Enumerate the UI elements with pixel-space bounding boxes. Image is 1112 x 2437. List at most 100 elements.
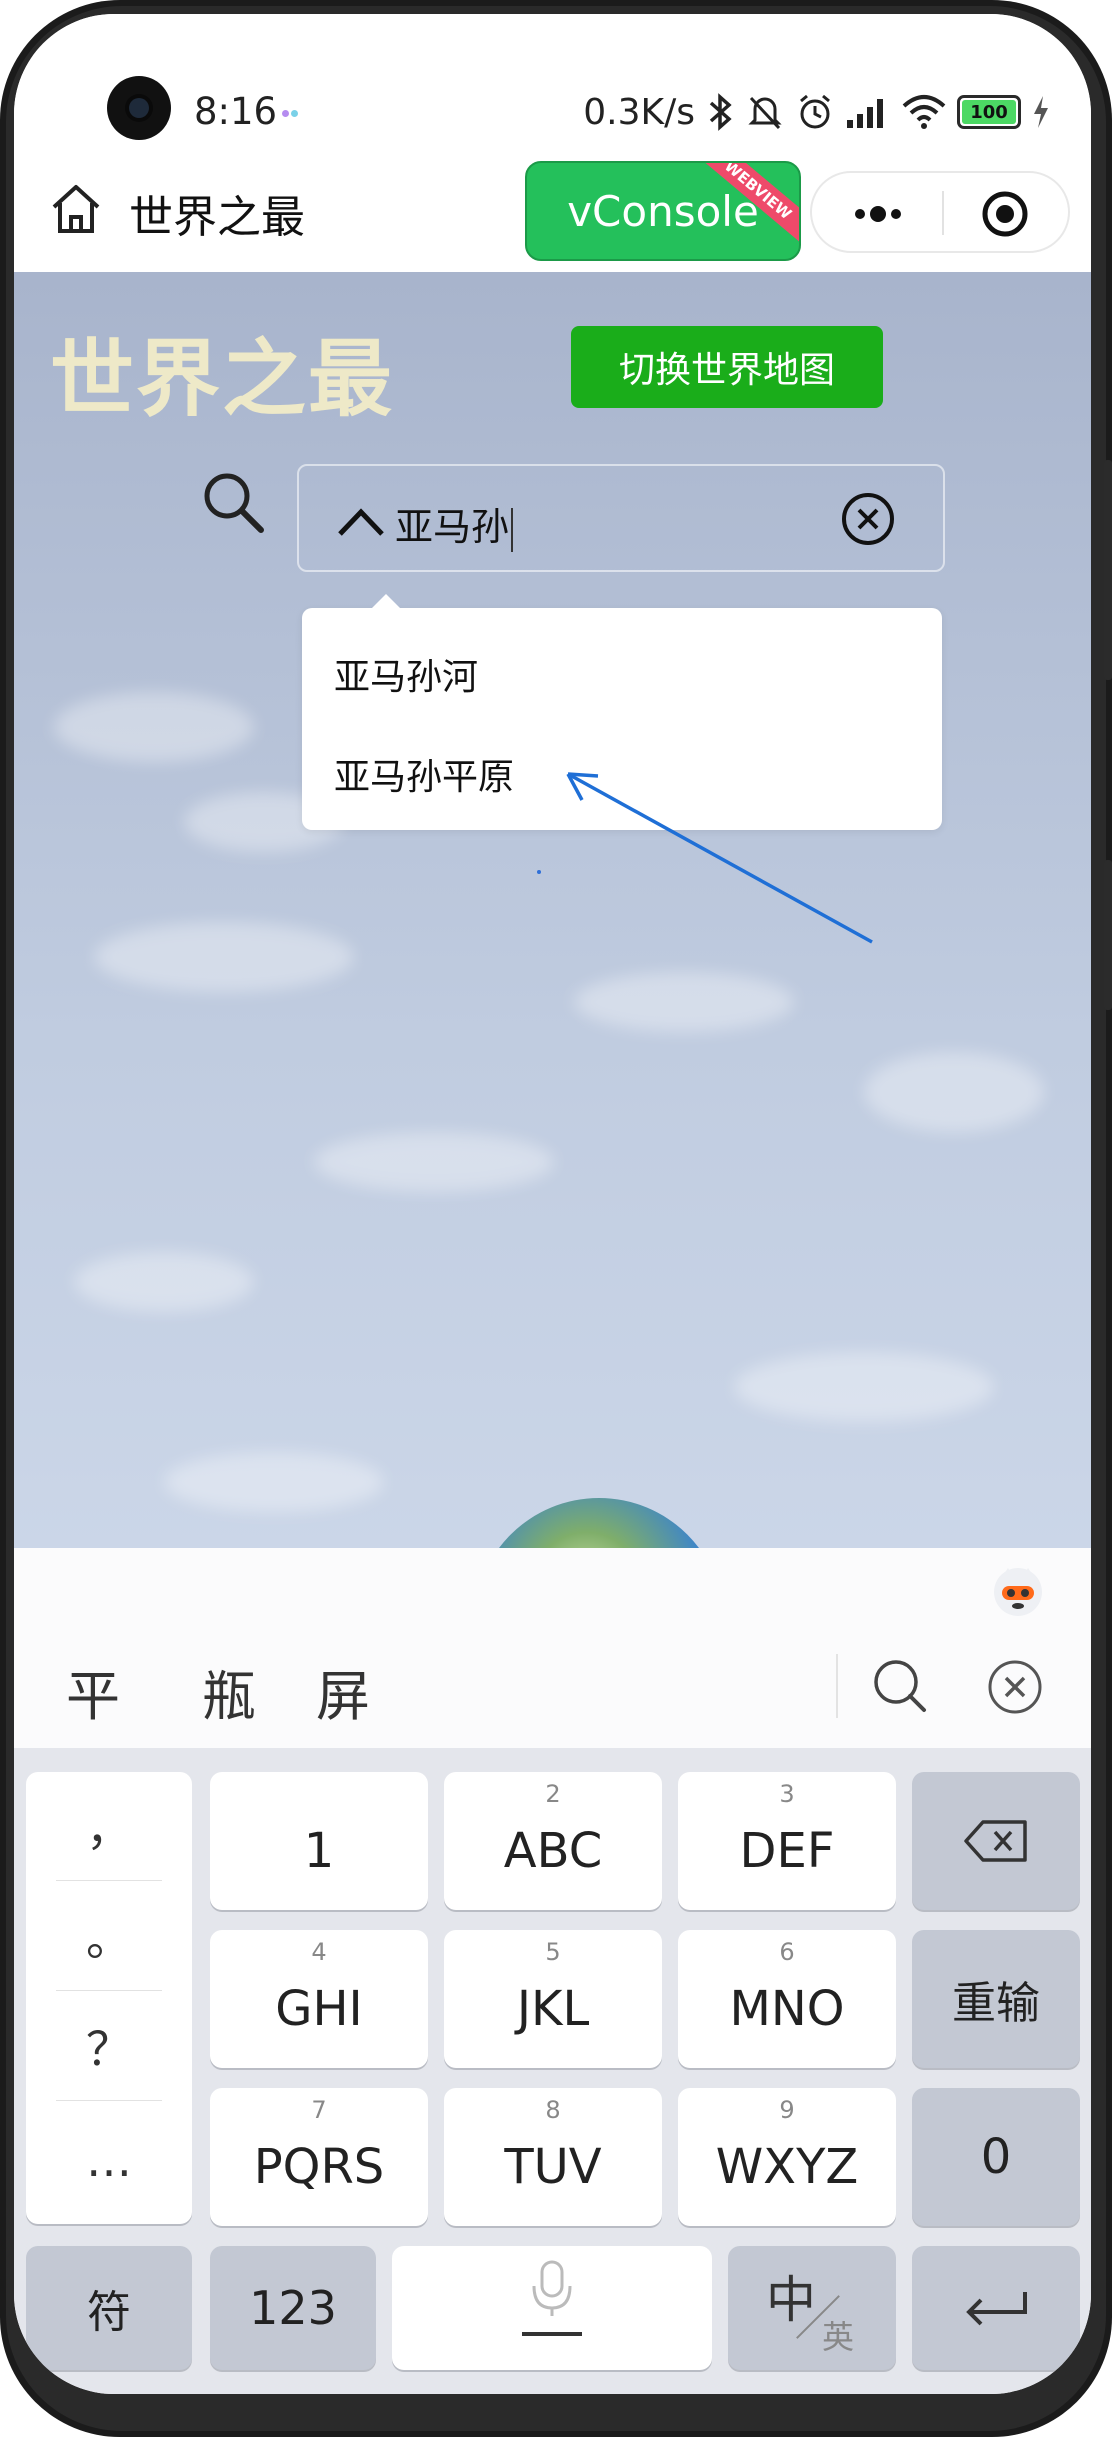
signal-icon: [847, 99, 883, 128]
candidate-divider: [836, 1654, 838, 1718]
dropdown-pointer: [370, 594, 402, 610]
search-value-text: 亚马孙: [395, 505, 510, 549]
status-bar: 8:16 0.3K/s 100: [14, 14, 1091, 149]
key-label: ABC: [503, 1823, 603, 1879]
language-switch-key[interactable]: 中 英: [728, 2246, 896, 2370]
charging-icon: [1034, 96, 1048, 128]
search-input-value: 亚马孙: [395, 496, 514, 552]
key-label: PQRS: [253, 2139, 385, 2195]
suggestion-item[interactable]: 亚马孙河: [334, 648, 478, 700]
suggestion-item[interactable]: 亚马孙平原: [334, 748, 514, 800]
key-2[interactable]: 2 ABC: [444, 1772, 662, 1910]
search-input[interactable]: 亚马孙: [297, 464, 945, 572]
switch-world-map-button[interactable]: 切换世界地图: [571, 326, 883, 408]
capsule-divider: [942, 191, 944, 235]
bluetooth-icon: [709, 93, 732, 131]
home-icon[interactable]: [46, 179, 106, 239]
key-7[interactable]: 7 PQRS: [210, 2088, 428, 2226]
cloud: [574, 972, 794, 1032]
key-label: JKL: [516, 1981, 590, 2037]
status-indicators: 0.3K/s 100: [583, 90, 1051, 134]
punctuation-column[interactable]: ， 。 ？ …: [26, 1772, 192, 2224]
reenter-key[interactable]: 重输: [912, 1930, 1080, 2068]
annotation-arrow: [566, 772, 873, 944]
search-icon: [204, 473, 264, 533]
alarm-icon: [800, 94, 830, 129]
key-0[interactable]: 0: [912, 2088, 1080, 2226]
front-camera: [107, 76, 171, 140]
lang-zh-label: 中: [766, 2271, 816, 2329]
punct-key[interactable]: ，: [26, 1772, 192, 1880]
clear-search-icon[interactable]: [839, 490, 897, 548]
punct-divider: [56, 2100, 162, 2101]
header-title: 世界之最: [129, 192, 305, 243]
punct-key[interactable]: …: [26, 2106, 192, 2214]
status-time: 8:16: [194, 90, 278, 133]
candidate-word[interactable]: 瓶: [202, 1652, 256, 1731]
backspace-key[interactable]: [912, 1772, 1080, 1910]
key-sub: 8: [545, 2096, 561, 2124]
ime-candidate-bar: 平 瓶 屏: [14, 1548, 1091, 1748]
key-sub: 7: [311, 2096, 327, 2124]
key-label: GHI: [275, 1981, 363, 2037]
key-6[interactable]: 6 MNO: [678, 1930, 896, 2068]
notification-dots-icon: [282, 102, 300, 121]
key-label: WXYZ: [715, 2139, 859, 2195]
vconsole-button[interactable]: vConsole WEBVIEW: [525, 161, 801, 261]
key-sub: 6: [779, 1938, 795, 1966]
key-label: TUV: [504, 2139, 602, 2195]
enter-key[interactable]: [912, 2246, 1080, 2370]
key-sub: 9: [779, 2096, 795, 2124]
cloud: [164, 1452, 384, 1512]
network-speed: 0.3K/s: [583, 91, 695, 133]
chevron-up-icon[interactable]: [335, 504, 387, 540]
symbols-key[interactable]: 符: [26, 2246, 192, 2370]
key-sub: 3: [779, 1780, 795, 1808]
key-4[interactable]: 4 GHI: [210, 1930, 428, 2068]
ime-logo-icon[interactable]: [990, 1562, 1046, 1618]
mute-bell-icon: [748, 96, 782, 130]
microphone-icon: [522, 2260, 582, 2336]
candidate-word[interactable]: 屏: [316, 1652, 370, 1731]
key-label: MNO: [729, 1981, 845, 2037]
cloud: [314, 1132, 554, 1192]
cloud: [734, 1352, 994, 1422]
punct-key[interactable]: 。: [26, 1882, 192, 1990]
text-cursor: [511, 507, 514, 552]
space-voice-key[interactable]: [392, 2246, 712, 2370]
more-icon[interactable]: [848, 199, 908, 229]
key-9[interactable]: 9 WXYZ: [678, 2088, 896, 2226]
number-mode-key[interactable]: 123: [210, 2246, 376, 2370]
menu-capsule: [810, 171, 1070, 253]
key-sub: 5: [545, 1938, 561, 1966]
key-8[interactable]: 8 TUV: [444, 2088, 662, 2226]
backspace-icon: [964, 1820, 1027, 1862]
key-sub: 4: [311, 1938, 327, 1966]
key-3[interactable]: 3 DEF: [678, 1772, 896, 1910]
key-sub: 2: [545, 1780, 561, 1808]
key-label: DEF: [739, 1823, 835, 1879]
punct-divider: [56, 1990, 162, 1991]
wifi-icon: [902, 95, 946, 129]
ime-close-icon[interactable]: [986, 1658, 1044, 1716]
power-button: [1104, 860, 1112, 1010]
candidate-word[interactable]: 平: [66, 1652, 120, 1731]
page-title: 世界之最: [50, 330, 395, 428]
battery-icon: 100: [957, 95, 1021, 129]
close-target-icon[interactable]: [980, 189, 1030, 239]
cloud: [864, 1052, 1044, 1132]
ime-search-icon[interactable]: [870, 1656, 930, 1716]
punct-divider: [56, 1880, 162, 1881]
punct-key[interactable]: ？: [26, 1992, 192, 2100]
t9-keyboard: ， 。 ？ … 1 2 ABC 3 DEF 4 GHI 5 JKL 6 MNO …: [14, 1748, 1091, 2394]
globe-image: [474, 1498, 724, 1548]
lang-en-label: 英: [822, 2318, 855, 2356]
mini-program-header: 世界之最 vConsole WEBVIEW: [14, 149, 1091, 272]
cloud: [94, 922, 354, 992]
page-content: 世界之最 切换世界地图 亚马孙 亚马孙河 亚马孙平原: [14, 272, 1091, 1548]
battery-level: 100: [970, 101, 1008, 123]
key-5[interactable]: 5 JKL: [444, 1930, 662, 2068]
vconsole-label: vConsole: [567, 186, 759, 236]
annotation-dot: [537, 870, 541, 874]
key-1[interactable]: 1: [210, 1772, 428, 1910]
